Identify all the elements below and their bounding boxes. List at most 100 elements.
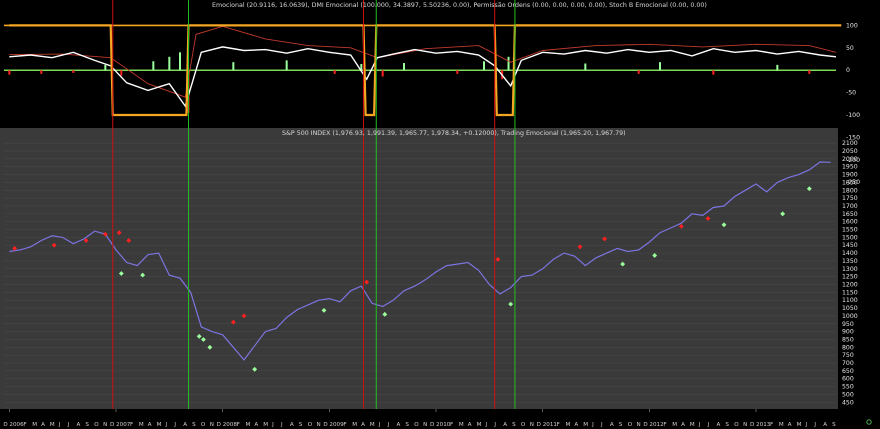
month-label: M <box>779 422 784 428</box>
indicator-bar <box>168 56 171 71</box>
month-label: A <box>574 422 578 428</box>
month-label: O <box>734 422 739 428</box>
year-label: D 2011 <box>537 422 558 428</box>
month-label: J <box>173 422 176 428</box>
month-label: N <box>530 422 534 428</box>
price-tick-label: 1550 <box>842 227 858 234</box>
month-label: S <box>832 422 836 428</box>
month-label: A <box>788 422 792 428</box>
indicator-bar <box>507 56 510 71</box>
month-label: M <box>370 422 375 428</box>
month-label: J <box>280 422 283 428</box>
price-tick-label: 1600 <box>842 219 858 226</box>
month-label: N <box>743 422 747 428</box>
month-label: S <box>85 422 89 428</box>
month-label: M <box>32 422 37 428</box>
price-tick-label: 850 <box>842 336 854 343</box>
price-tick-label: 1800 <box>842 187 858 194</box>
indicator-bar <box>179 52 181 71</box>
month-label: F <box>557 422 560 428</box>
indicator-bar <box>40 70 43 74</box>
indicator-bar <box>381 70 384 77</box>
price-tick-label: 1950 <box>842 164 858 171</box>
month-label: J <box>484 422 487 428</box>
month-label: M <box>459 422 464 428</box>
month-label: O <box>94 422 99 428</box>
month-label: S <box>725 422 729 428</box>
month-label: A <box>361 422 365 428</box>
indicator-bar <box>584 63 587 71</box>
month-label: M <box>352 422 357 428</box>
indicator-bar <box>285 60 288 71</box>
price-tick-label: 650 <box>842 368 854 375</box>
price-tick-label: 1250 <box>842 274 858 281</box>
indicator-tick-label: -50 <box>846 90 856 97</box>
month-label: O <box>628 422 633 428</box>
month-label: F <box>343 422 346 428</box>
indicator-bar <box>152 61 155 71</box>
month-label: A <box>823 422 827 428</box>
indicator-bar <box>104 64 107 71</box>
month-label: J <box>378 422 381 428</box>
price-tick-label: 600 <box>842 376 854 383</box>
month-label: M <box>797 422 802 428</box>
indicator-bar <box>403 63 405 71</box>
year-label: D 2010 <box>430 422 451 428</box>
month-label: N <box>210 422 214 428</box>
price-tick-label: 950 <box>842 321 854 328</box>
indicator-tick-label: -100 <box>846 112 860 119</box>
price-header: S&P 500 INDEX (1,976.93, 1,991.39, 1,965… <box>282 130 626 137</box>
indicator-panel <box>0 0 880 128</box>
indicator-tick-label: 100 <box>846 22 858 29</box>
price-tick-label: 1050 <box>842 305 858 312</box>
month-label: M <box>263 422 268 428</box>
month-label: M <box>246 422 251 428</box>
indicator-header: Emocional (20.9116, 16.0639), DMI Emocio… <box>212 2 707 9</box>
month-label: F <box>130 422 133 428</box>
price-tick-label: 1300 <box>842 266 858 273</box>
month-label: F <box>23 422 26 428</box>
month-label: J <box>813 422 816 428</box>
month-label: M <box>477 422 482 428</box>
month-label: J <box>804 422 807 428</box>
price-tick-label: 1850 <box>842 179 858 186</box>
price-tick-label: 2100 <box>842 140 858 147</box>
month-label: J <box>591 422 594 428</box>
month-label: A <box>503 422 507 428</box>
indicator-bar <box>72 70 75 73</box>
month-label: A <box>148 422 152 428</box>
indicator-bar <box>456 70 459 74</box>
month-label: O <box>201 422 206 428</box>
price-tick-label: 2050 <box>842 148 858 155</box>
month-label: M <box>672 422 677 428</box>
month-label: M <box>157 422 162 428</box>
price-tick-label: 1400 <box>842 250 858 257</box>
month-label: M <box>583 422 588 428</box>
month-label: J <box>164 422 167 428</box>
month-label: M <box>139 422 144 428</box>
price-tick-label: 1900 <box>842 172 858 179</box>
month-label: S <box>192 422 196 428</box>
month-label: A <box>254 422 258 428</box>
indicator-bar <box>659 62 661 71</box>
price-tick-label: 750 <box>842 352 854 359</box>
month-label: J <box>493 422 496 428</box>
month-label: J <box>387 422 390 428</box>
month-label: A <box>717 422 721 428</box>
month-label: J <box>67 422 70 428</box>
price-tick-label: 1700 <box>842 203 858 210</box>
month-label: A <box>397 422 401 428</box>
price-tick-label: 1650 <box>842 211 858 218</box>
month-label: O <box>414 422 419 428</box>
indicator-bar <box>776 64 779 71</box>
indicator-bar <box>120 70 123 76</box>
month-label: S <box>512 422 516 428</box>
year-label: D 2007 <box>110 422 131 428</box>
price-tick-label: 1500 <box>842 234 858 241</box>
year-label: D 2006 <box>3 422 24 428</box>
month-label: N <box>316 422 320 428</box>
month-label: F <box>450 422 453 428</box>
month-label: J <box>271 422 274 428</box>
month-label: A <box>290 422 294 428</box>
month-label: S <box>405 422 409 428</box>
